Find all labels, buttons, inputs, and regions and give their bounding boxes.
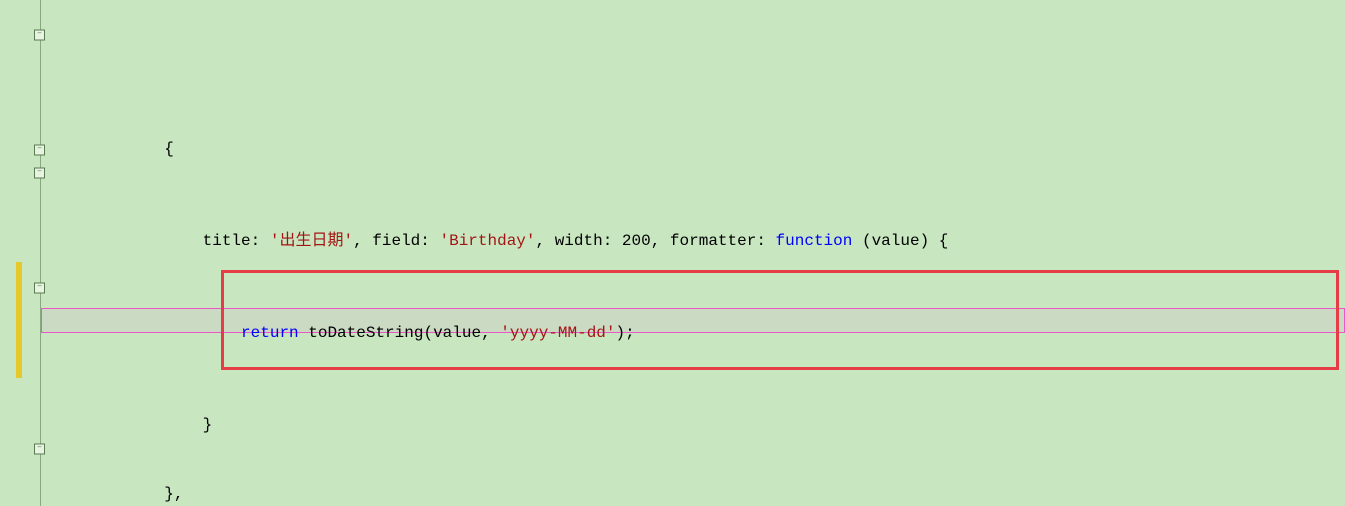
gutter: − − − − − — [0, 0, 41, 506]
change-bar — [16, 262, 22, 378]
code-line[interactable]: title: '出生日期', field: 'Birthday', width:… — [41, 230, 1345, 253]
code-area[interactable]: { title: '出生日期', field: 'Birthday', widt… — [41, 0, 1345, 506]
code-line[interactable]: }, — [41, 483, 1345, 506]
code-editor[interactable]: − − − − − { title: '出生日期', field: 'Birth… — [0, 0, 1345, 506]
code-line[interactable]: return toDateString(value, 'yyyy-MM-dd')… — [41, 322, 1345, 345]
code-line[interactable]: { — [41, 138, 1345, 161]
code-line[interactable]: } — [41, 414, 1345, 437]
